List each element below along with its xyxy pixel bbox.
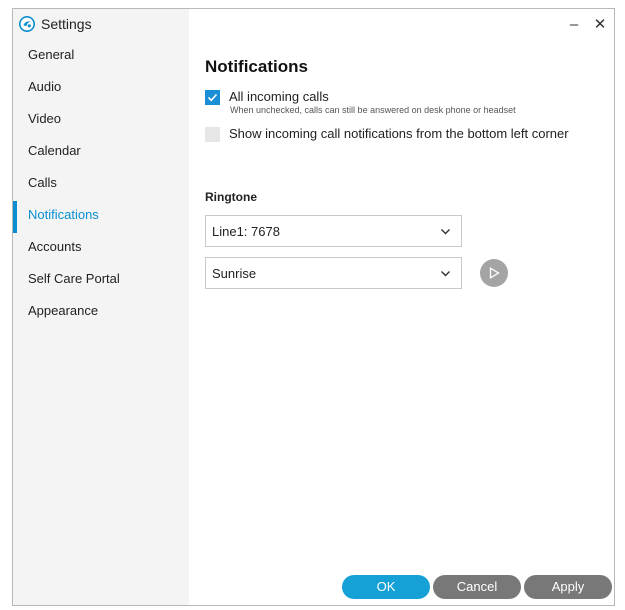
ringtone-select-value: Sunrise bbox=[212, 266, 257, 281]
all-incoming-calls-label: All incoming calls bbox=[229, 89, 329, 104]
sidebar-item-accounts[interactable]: Accounts bbox=[13, 233, 189, 265]
sidebar-item-notifications[interactable]: Notifications bbox=[13, 201, 189, 233]
play-icon bbox=[489, 267, 500, 279]
all-incoming-calls-description: When unchecked, calls can still be answe… bbox=[230, 105, 516, 115]
line-select-value: Line1: 7678 bbox=[212, 224, 280, 239]
settings-window: Settings General Audio Video Calendar Ca… bbox=[12, 8, 615, 606]
play-ringtone-button[interactable] bbox=[480, 259, 508, 287]
bottom-left-notifications-checkbox[interactable] bbox=[205, 127, 220, 142]
sidebar-item-calls[interactable]: Calls bbox=[13, 169, 189, 201]
chevron-down-icon bbox=[441, 271, 450, 277]
titlebar: Settings bbox=[13, 9, 189, 39]
window-title: Settings bbox=[41, 16, 92, 32]
notifications-panel: Notifications All incoming calls When un… bbox=[205, 9, 614, 605]
checkmark-icon bbox=[207, 93, 218, 102]
sidebar-item-self-care-portal[interactable]: Self Care Portal bbox=[13, 265, 189, 297]
apply-button[interactable]: Apply bbox=[524, 575, 612, 599]
bottom-left-notifications-label: Show incoming call notifications from th… bbox=[229, 126, 569, 141]
ringtone-label: Ringtone bbox=[205, 190, 257, 204]
sidebar-item-audio[interactable]: Audio bbox=[13, 73, 189, 105]
chevron-down-icon bbox=[441, 229, 450, 235]
all-incoming-calls-checkbox[interactable] bbox=[205, 90, 220, 105]
cancel-button[interactable]: Cancel bbox=[433, 575, 521, 599]
sidebar-nav: General Audio Video Calendar Calls Notif… bbox=[13, 41, 189, 329]
ringtone-select[interactable]: Sunrise bbox=[205, 257, 462, 289]
sidebar: Settings General Audio Video Calendar Ca… bbox=[13, 9, 189, 605]
page-title: Notifications bbox=[205, 57, 308, 76]
sidebar-item-appearance[interactable]: Appearance bbox=[13, 297, 189, 329]
sidebar-item-general[interactable]: General bbox=[13, 41, 189, 73]
line-select[interactable]: Line1: 7678 bbox=[205, 215, 462, 247]
sidebar-item-video[interactable]: Video bbox=[13, 105, 189, 137]
ok-button[interactable]: OK bbox=[342, 575, 430, 599]
app-logo-icon bbox=[19, 16, 35, 32]
sidebar-item-calendar[interactable]: Calendar bbox=[13, 137, 189, 169]
